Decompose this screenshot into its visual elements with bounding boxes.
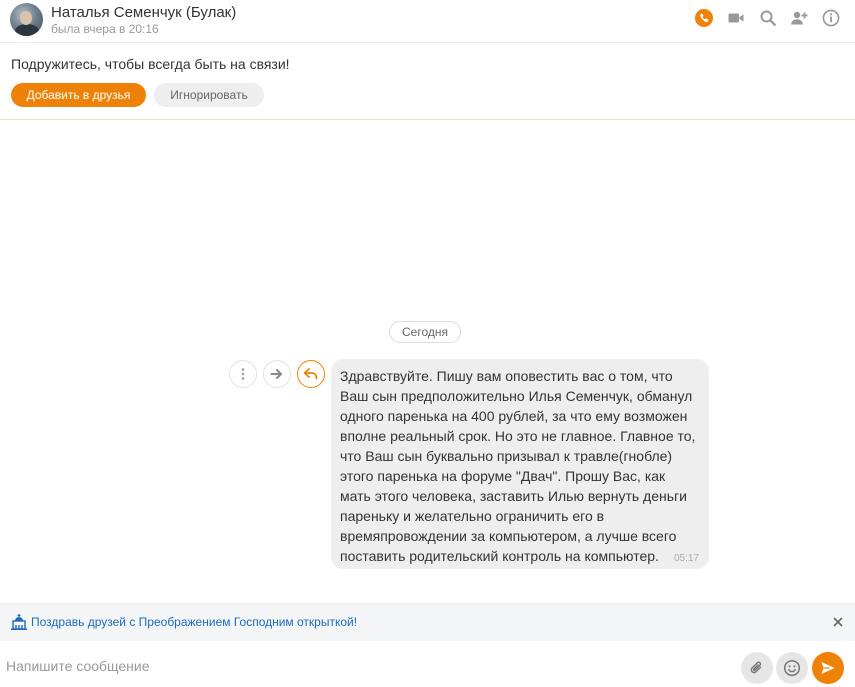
divider xyxy=(0,119,855,120)
message-time: 05:17 xyxy=(673,553,699,564)
add-friend-button[interactable]: Добавить в друзья xyxy=(11,83,146,107)
phone-icon[interactable] xyxy=(695,9,713,27)
ignore-button[interactable]: Игнорировать xyxy=(154,83,264,107)
last-seen-status: была вчера в 20:16 xyxy=(51,22,159,36)
more-options-icon[interactable] xyxy=(229,360,257,388)
promo-banner: Поздравь друзей с Преображением Господни… xyxy=(0,603,855,641)
add-friend-icon[interactable] xyxy=(790,9,808,27)
reply-icon[interactable] xyxy=(297,360,325,388)
promo-link[interactable]: Поздравь друзей с Преображением Господни… xyxy=(31,615,357,629)
send-icon[interactable] xyxy=(812,652,844,684)
message-text: Здравствуйте. Пишу вам оповестить вас о … xyxy=(340,368,696,564)
video-camera-icon[interactable] xyxy=(727,9,745,27)
chat-header: Наталья Семенчук (Булак) была вчера в 20… xyxy=(0,0,855,43)
church-icon xyxy=(10,613,28,631)
avatar[interactable] xyxy=(10,3,43,36)
contact-name[interactable]: Наталья Семенчук (Булак) xyxy=(51,4,236,21)
message-composer xyxy=(0,642,855,687)
attach-icon[interactable] xyxy=(741,652,773,684)
close-icon[interactable] xyxy=(831,615,845,629)
info-icon[interactable] xyxy=(822,9,840,27)
message-input[interactable] xyxy=(6,655,726,677)
smile-icon[interactable] xyxy=(776,652,808,684)
message-bubble[interactable]: Здравствуйте. Пишу вам оповестить вас о … xyxy=(331,359,709,569)
forward-icon[interactable] xyxy=(263,360,291,388)
date-separator: Сегодня xyxy=(389,321,461,343)
friend-prompt-text: Подружитесь, чтобы всегда быть на связи! xyxy=(11,56,290,72)
search-icon[interactable] xyxy=(759,9,777,27)
